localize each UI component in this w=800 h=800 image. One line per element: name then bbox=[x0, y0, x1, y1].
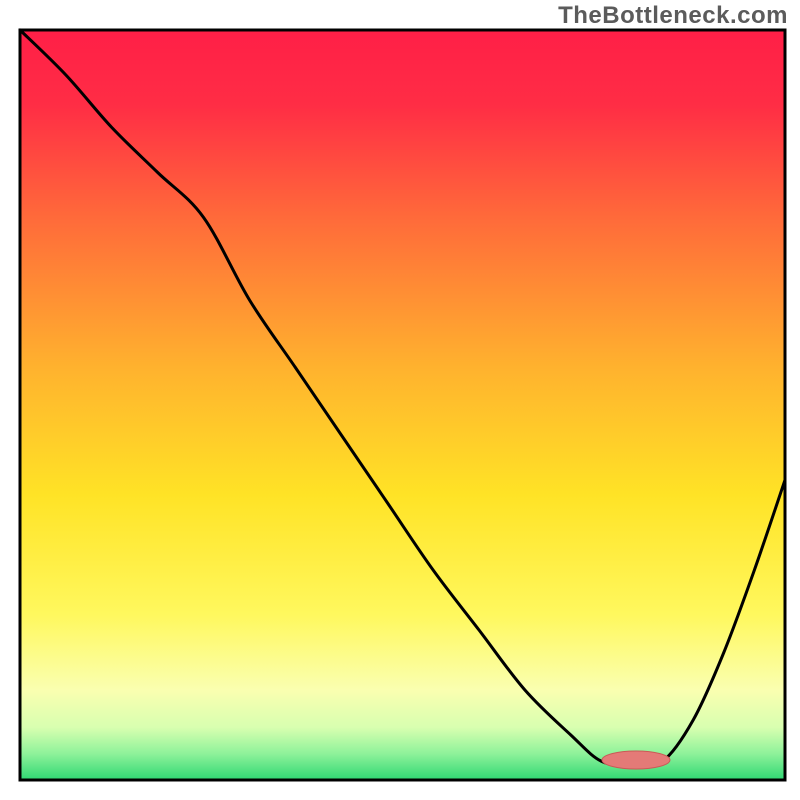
chart-frame: TheBottleneck.com bbox=[0, 0, 800, 800]
optimum-marker bbox=[602, 751, 670, 769]
bottleneck-chart bbox=[0, 0, 800, 800]
heat-gradient bbox=[20, 30, 785, 780]
